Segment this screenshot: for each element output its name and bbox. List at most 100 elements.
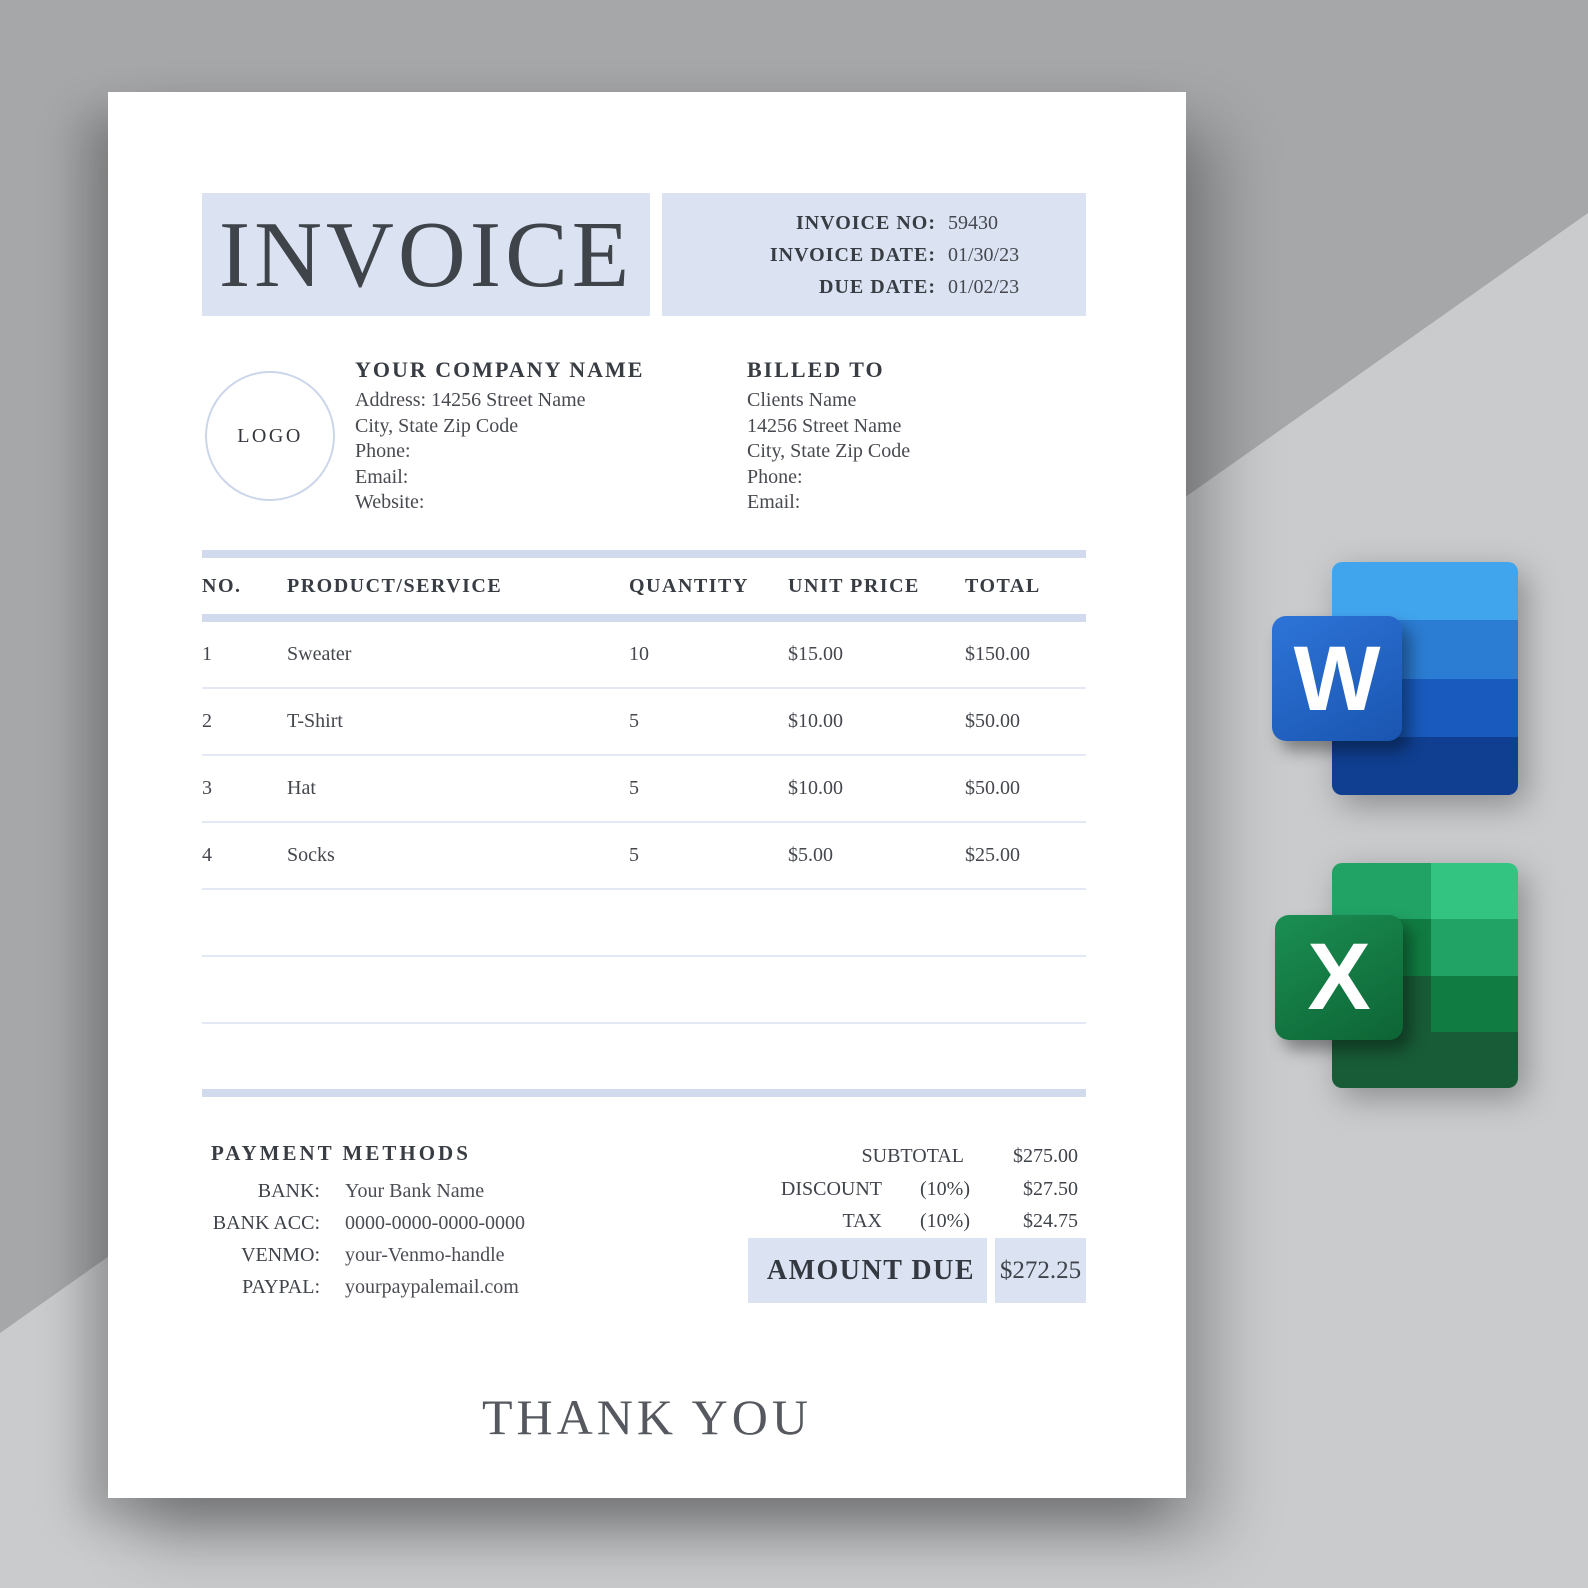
table-bottom-bar (202, 1089, 1086, 1097)
column-header-no: NO. (202, 574, 242, 597)
column-header-quantity: QUANTITY (629, 574, 749, 597)
billed-to-lines: Clients Name 14256 Street Name City, Sta… (747, 388, 1027, 516)
item-unit-price: $10.00 (788, 710, 843, 732)
excel-cell (1430, 1031, 1518, 1088)
company-line: Website: (355, 491, 425, 513)
company-line: Email: (355, 465, 409, 488)
invoice-meta-block: INVOICE NO: 59430 INVOICE DATE: 01/30/23… (662, 193, 1086, 316)
item-product: Hat (287, 777, 316, 799)
company-lines: Address: 14256 Street Name City, State Z… (355, 388, 655, 516)
invoice-paper: INVOICE INVOICE NO: 59430 INVOICE DATE: … (108, 92, 1186, 1498)
excel-letter-tile: X (1275, 915, 1403, 1040)
items-table: NO. PRODUCT/SERVICE QUANTITY UNIT PRICE … (202, 550, 1086, 1097)
item-quantity: 5 (629, 844, 639, 866)
item-no: 4 (202, 844, 212, 866)
item-product: Socks (287, 844, 335, 866)
amount-due-value: $272.25 (999, 1256, 1082, 1284)
column-header-total: TOTAL (965, 574, 1041, 597)
invoice-title-block: INVOICE (202, 193, 650, 316)
totals-row-tax: TAX (10%) $24.75 (748, 1205, 1086, 1238)
billed-to-line: City, State Zip Code (747, 440, 911, 462)
payment-label: BANK ACC: (212, 1212, 320, 1234)
table-row: 2 T-Shirt 5 $10.00 $50.00 (202, 689, 1086, 756)
column-header-unit-price: UNIT PRICE (788, 574, 920, 597)
totals-amount: $27.50 (1023, 1177, 1078, 1200)
payment-label: VENMO: (241, 1244, 320, 1266)
totals-amount: $24.75 (1023, 1210, 1078, 1232)
item-total: $25.00 (965, 844, 1020, 866)
totals-amount: $275.00 (1013, 1145, 1078, 1167)
meta-value: 59430 (948, 211, 998, 234)
payment-label: PAYPAL: (242, 1276, 320, 1298)
item-unit-price: $15.00 (788, 643, 843, 665)
word-stripe-1 (1332, 562, 1518, 621)
word-letter-tile: W (1272, 616, 1402, 741)
item-no: 3 (202, 777, 212, 799)
billed-to-line: Phone: (747, 465, 803, 488)
payment-row-venmo: VENMO: your-Venmo-handle (211, 1239, 641, 1271)
amount-due-label-segment: AMOUNT DUE (748, 1238, 987, 1303)
logo-text: LOGO (237, 424, 303, 447)
excel-cell (1430, 863, 1518, 920)
totals-row-subtotal: SUBTOTAL $275.00 (748, 1140, 1086, 1173)
excel-cell (1430, 975, 1518, 1032)
item-quantity: 5 (629, 710, 639, 732)
excel-cell (1332, 863, 1431, 920)
table-top-bar (202, 550, 1086, 558)
payment-methods: PAYMENT METHODS BANK: Your Bank Name BAN… (211, 1140, 641, 1303)
billed-to-heading: BILLED TO (747, 357, 885, 382)
payment-value: your-Venmo-handle (345, 1244, 505, 1266)
item-product: Sweater (287, 643, 352, 665)
empty-table-row (202, 1024, 1086, 1089)
meta-label: DUE DATE: (819, 275, 936, 298)
company-line: City, State Zip Code (355, 414, 519, 437)
totals-row-discount: DISCOUNT (10%) $27.50 (748, 1173, 1086, 1206)
word-stripe-4 (1332, 736, 1518, 795)
meta-row-invoice-no: INVOICE NO: 59430 (662, 207, 1040, 239)
company-heading: YOUR COMPANY NAME (355, 357, 645, 382)
amount-due-bar: AMOUNT DUE $272.25 (748, 1238, 1086, 1303)
totals-percentage: (10%) (920, 1177, 970, 1200)
table-row: 1 Sweater 10 $15.00 $150.00 (202, 622, 1086, 689)
totals-label: DISCOUNT (780, 1177, 882, 1200)
table-row: 3 Hat 5 $10.00 $50.00 (202, 756, 1086, 823)
amount-due-label: AMOUNT DUE (766, 1254, 975, 1286)
item-quantity: 10 (629, 643, 649, 665)
amount-due-value-segment: $272.25 (995, 1238, 1086, 1303)
word-letter: W (1293, 627, 1381, 730)
meta-value: 01/02/23 (948, 275, 1020, 298)
item-total: $50.00 (965, 777, 1020, 799)
payment-value: yourpaypalemail.com (345, 1276, 519, 1298)
invoice-header-band: INVOICE INVOICE NO: 59430 INVOICE DATE: … (202, 193, 1086, 316)
amount-due-gap (987, 1238, 995, 1303)
item-total: $50.00 (965, 710, 1020, 732)
meta-row-due-date: DUE DATE: 01/02/23 (662, 271, 1040, 303)
item-unit-price: $10.00 (788, 777, 843, 799)
excel-cell (1332, 1031, 1431, 1088)
excel-app-icon: X (1275, 863, 1518, 1088)
item-unit-price: $5.00 (788, 844, 833, 866)
meta-row-invoice-date: INVOICE DATE: 01/30/23 (662, 239, 1040, 271)
payment-value: 0000-0000-0000-0000 (345, 1212, 525, 1234)
logo-placeholder: LOGO (205, 371, 335, 501)
payment-label: BANK: (257, 1180, 320, 1202)
payment-methods-heading: PAYMENT METHODS (211, 1141, 471, 1165)
payment-row-paypal: PAYPAL: yourpaypalemail.com (211, 1271, 641, 1303)
invoice-title: INVOICE (218, 202, 634, 307)
table-header-row: NO. PRODUCT/SERVICE QUANTITY UNIT PRICE … (202, 558, 1086, 614)
excel-letter: X (1307, 924, 1371, 1030)
empty-table-row (202, 957, 1086, 1024)
billed-to-line: 14256 Street Name (747, 414, 902, 437)
header-band-gap (650, 193, 662, 316)
totals-label: SUBTOTAL (861, 1145, 964, 1167)
item-no: 1 (202, 643, 212, 665)
totals-percentage: (10%) (920, 1210, 970, 1232)
company-line: Phone: (355, 440, 411, 462)
meta-label: INVOICE NO: (795, 211, 936, 234)
table-row: 4 Socks 5 $5.00 $25.00 (202, 823, 1086, 890)
empty-table-row (202, 890, 1086, 957)
item-total: $150.00 (965, 643, 1030, 665)
meta-value: 01/30/23 (948, 243, 1020, 266)
billed-to-info: BILLED TO Clients Name 14256 Street Name… (747, 356, 1027, 516)
item-product: T-Shirt (287, 710, 343, 732)
